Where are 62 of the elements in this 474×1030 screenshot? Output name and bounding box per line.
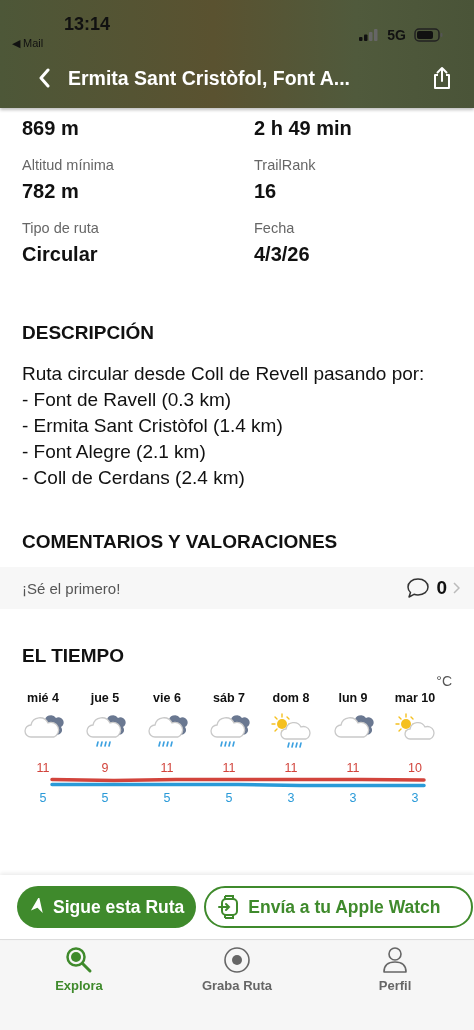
stat-value: Circular (22, 243, 99, 266)
search-icon (65, 946, 93, 974)
send-to-watch-button[interactable]: Envía a tu Apple Watch (204, 886, 473, 928)
comments-row[interactable]: ¡Sé el primero! 0 (0, 567, 474, 609)
stat-label: Altitud mínima (22, 157, 115, 173)
low-temperature: 3 (410, 791, 420, 805)
stat-value: 869 m (22, 117, 80, 140)
high-temperature: 11 (159, 761, 175, 775)
weather-day: mar 10 (394, 691, 436, 705)
record-icon (223, 946, 251, 974)
battery-icon (414, 28, 444, 42)
stat-value: 16 (254, 180, 278, 203)
stat-label: Tipo de ruta (22, 220, 100, 236)
high-temperature: 11 (35, 761, 51, 775)
high-temperature: 9 (100, 761, 110, 775)
speech-bubble-icon (406, 577, 431, 599)
weather-day: sáb 7 (213, 691, 245, 705)
weather-day: mié 4 (27, 691, 59, 705)
back-button[interactable] (38, 68, 50, 88)
profile-icon (381, 946, 409, 974)
share-icon (432, 66, 452, 90)
low-temperature: 5 (162, 791, 172, 805)
high-temperature: 11 (345, 761, 361, 775)
route-title: Ermita Sant Cristòfol, Font A... (68, 66, 352, 90)
section-heading: COMENTARIOS Y VALORACIONES (22, 531, 339, 553)
comment-count: 0 (436, 577, 447, 599)
network-type: 5G (387, 27, 406, 43)
high-temperature: 11 (221, 761, 237, 775)
low-temperature: 5 (100, 791, 110, 805)
stat-label: TrailRank (254, 157, 317, 173)
weather-day: lun 9 (338, 691, 368, 705)
high-temperature: 11 (283, 761, 299, 775)
high-temperature: 10 (407, 761, 423, 775)
low-temperature: 5 (38, 791, 48, 805)
low-temperature: 3 (348, 791, 358, 805)
low-temperature: 3 (286, 791, 296, 805)
weather-day: vie 6 (153, 691, 181, 705)
tab-item[interactable]: Explora (24, 940, 134, 996)
tab-item[interactable]: Perfil (340, 940, 450, 996)
section-heading: DESCRIPCIÓN (22, 322, 155, 344)
temperature-unit: °C (435, 673, 453, 689)
share-button[interactable] (432, 66, 452, 90)
chevron-right-icon (453, 582, 460, 594)
stat-value: 782 m (22, 180, 80, 203)
stat-label: Fecha (254, 220, 296, 236)
signal-icon (359, 29, 380, 41)
tab-item[interactable]: Graba Ruta (182, 940, 292, 996)
sun-rain-cloud-icon (269, 711, 313, 749)
navigation-arrow-icon (29, 898, 45, 916)
comment-prompt: ¡Sé el primero! (22, 579, 122, 597)
stat-value: 2 h 49 min (254, 117, 353, 140)
back-chevron-icon (38, 68, 50, 88)
description-text: Ruta circular desde Coll de Revell pasando por: - Font de Ravell (0.3 km) - Ermita Sant Cristòfol (1.4 km) - Font Alegre (2.1 km) - Coll de Cerdans (2.4 km) (22, 362, 426, 490)
low-temperature: 5 (224, 791, 234, 805)
back-to-app-link[interactable]: ◀ Mail (12, 37, 111, 50)
watch-icon (218, 894, 241, 920)
status-time: 13:14 (64, 14, 111, 35)
stat-value: 4/3/26 (254, 243, 311, 266)
section-heading: EL TIEMPO (22, 645, 126, 667)
weather-day: dom 8 (272, 691, 310, 705)
weather-day: jue 5 (90, 691, 120, 705)
follow-route-button[interactable]: Sigue esta Ruta (17, 886, 197, 928)
